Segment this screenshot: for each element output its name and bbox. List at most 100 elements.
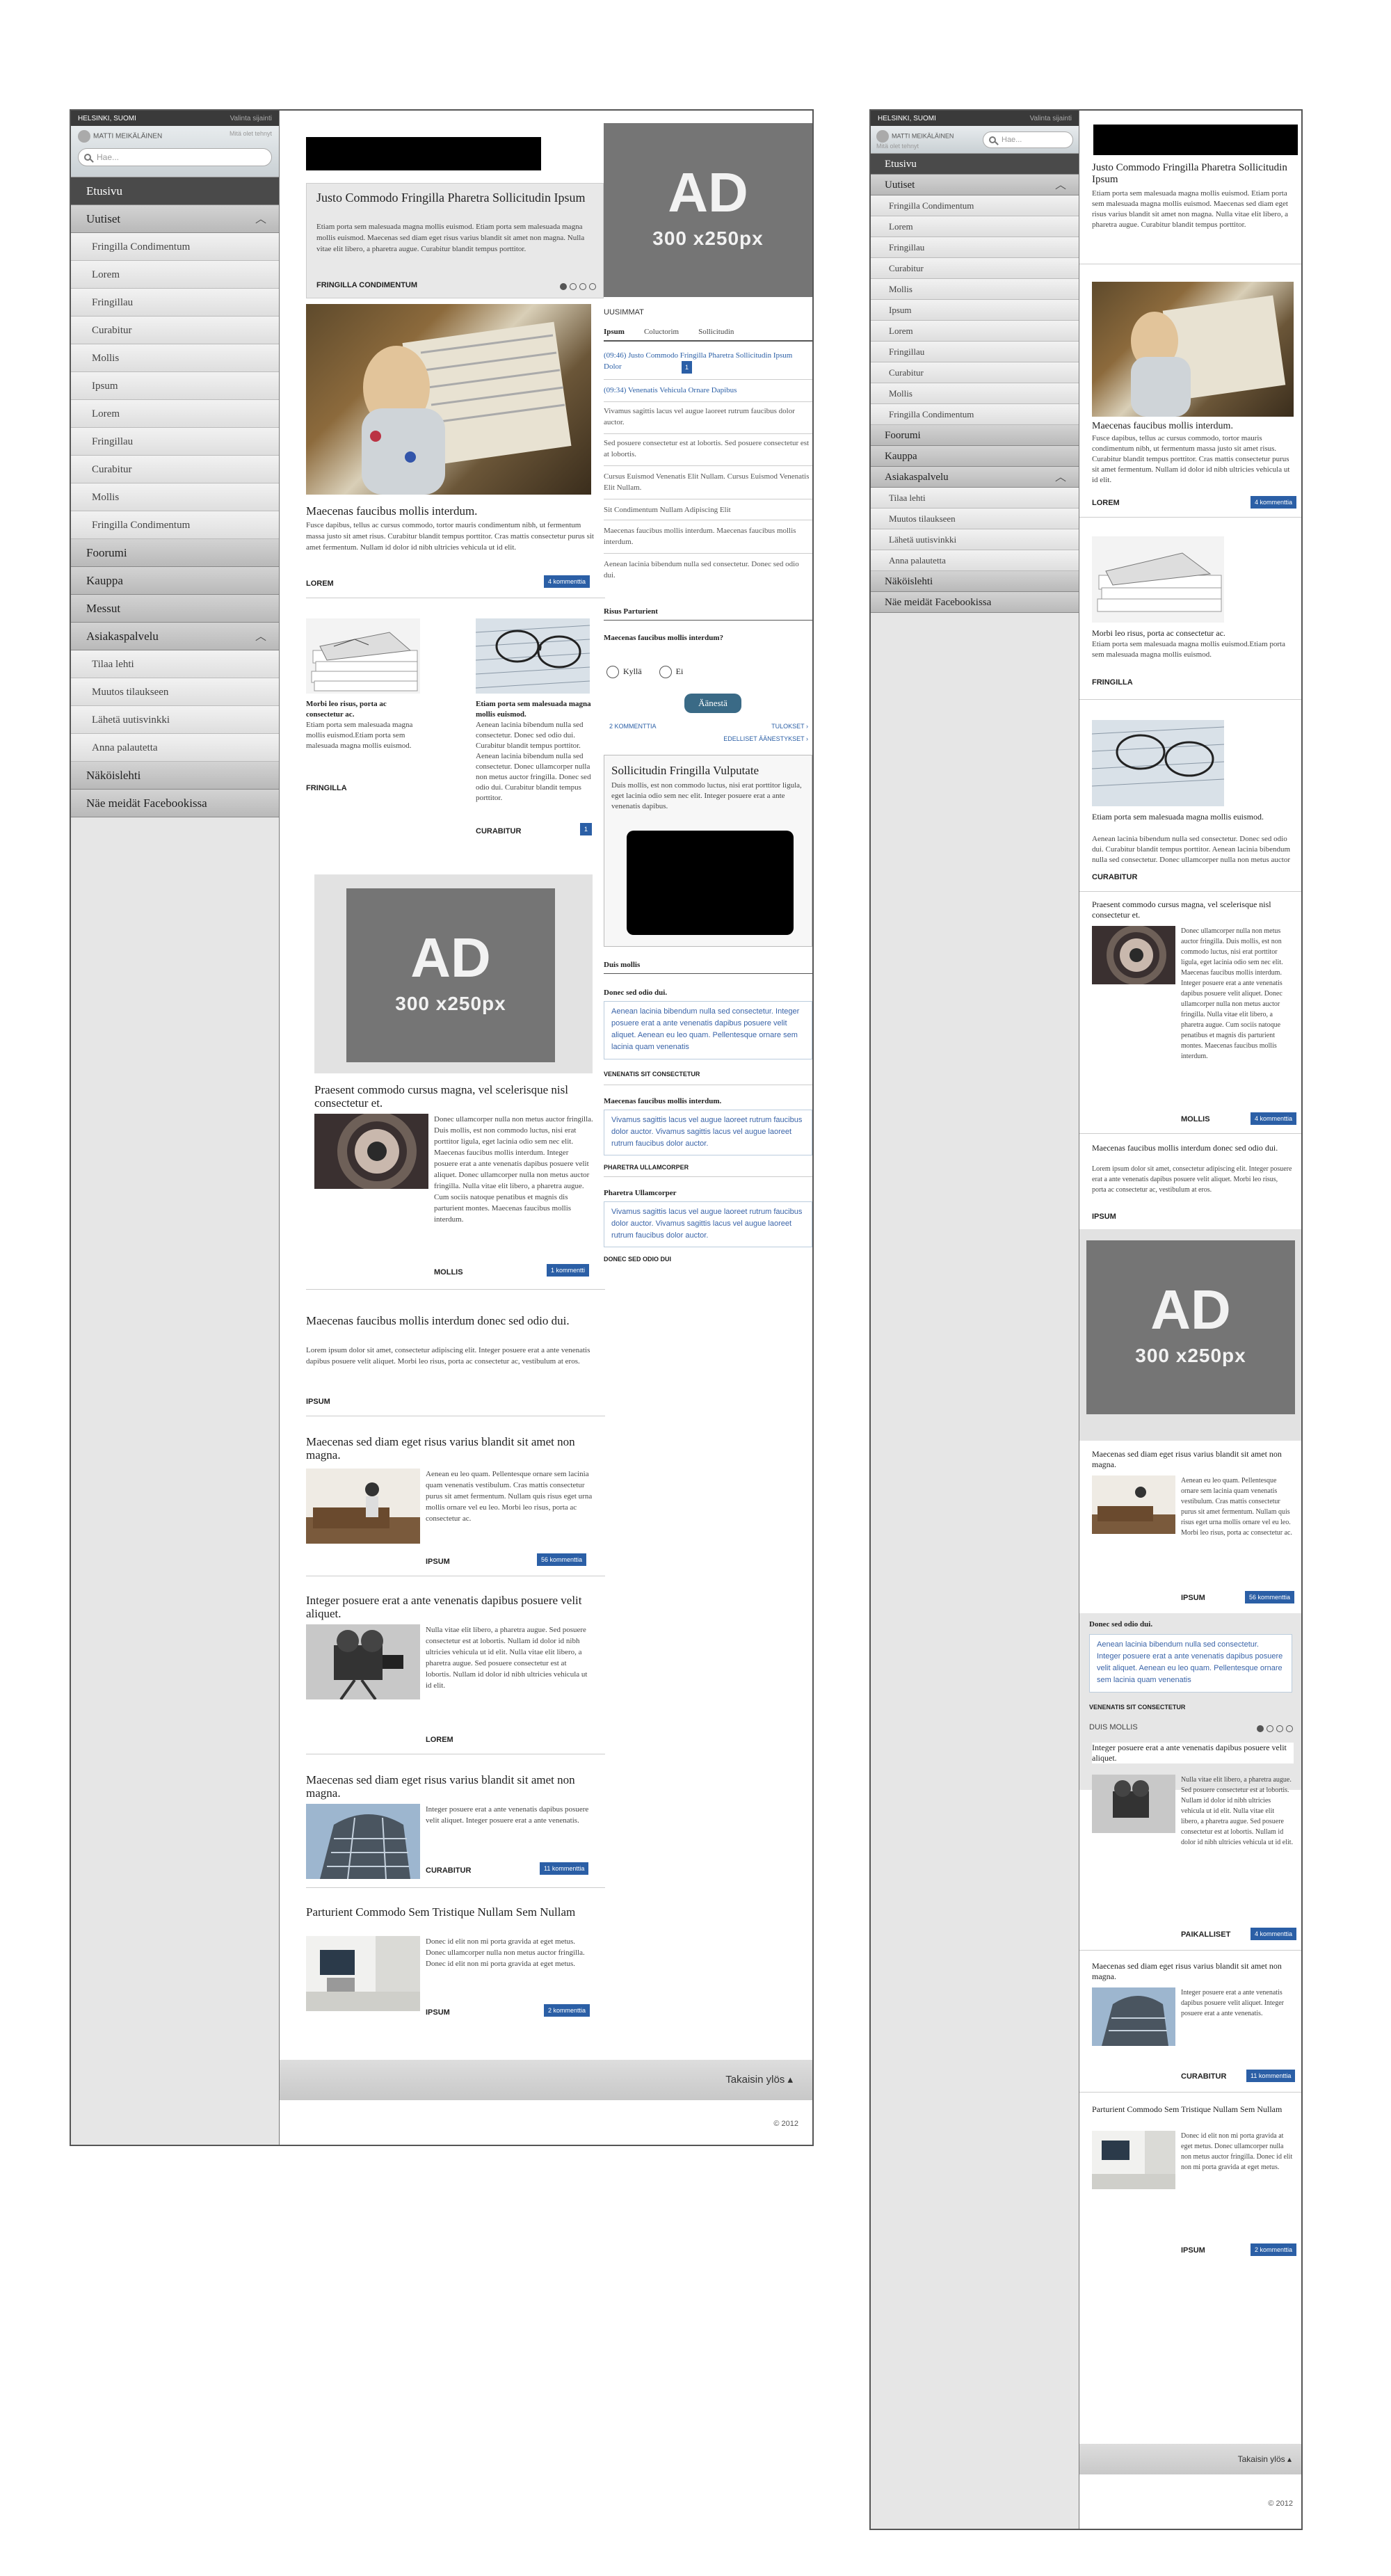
search-input[interactable]: Hae... [78,148,272,166]
poll-option-no-label[interactable]: Ei [676,666,684,676]
article-category[interactable]: LOREM [1092,499,1120,507]
nav-item-facebook[interactable]: Näe meidät Facebookissa [871,592,1079,613]
subnav-item[interactable]: Curabitur [871,362,1079,383]
subnav-item[interactable]: Lorem [71,261,279,289]
article-category[interactable]: LOREM [306,579,334,588]
comment-count-badge[interactable]: 2 kommenttia [544,2004,590,2017]
thread-title[interactable]: Donec sed odio dui. [604,989,667,997]
article-category[interactable]: CURABITUR [1092,873,1137,881]
poll-option-no-radio[interactable] [659,666,672,678]
subnav-item[interactable]: Muutos tilaukseen [871,509,1079,529]
previous-polls-link[interactable]: EDELLISET ÄÄNESTYKSET › [723,735,808,742]
article-title[interactable]: Maecenas faucibus mollis interdum donec … [1092,1143,1294,1153]
subnav-item[interactable]: Fringillau [871,237,1079,258]
subnav-item[interactable]: Tilaa lehti [871,488,1079,509]
carousel-dot[interactable] [570,283,577,290]
subnav-item[interactable]: Lorem [871,321,1079,342]
subnav-item[interactable]: Fringillau [71,428,279,456]
glasses-image[interactable] [1092,720,1224,806]
latest-item[interactable]: Cursus Euismod Venenatis Elit Nullam. Cu… [604,471,812,493]
eye-image[interactable] [1092,926,1175,984]
article-title[interactable]: Etiam porta sem malesuada magna mollis e… [476,699,594,720]
poll-comments-link[interactable]: 2 KOMMENTTIA [609,723,657,730]
tab-ipsum[interactable]: Ipsum [604,328,625,336]
glasses-image[interactable] [476,618,590,694]
poll-option-yes-radio[interactable] [606,666,619,678]
thread-tag[interactable]: VENENATIS SIT CONSECTETUR [604,1071,700,1078]
article-category[interactable]: MOLLIS [434,1268,463,1277]
article-title[interactable]: Praesent commodo cursus magna, vel scele… [1092,899,1294,920]
thread-title[interactable]: Maecenas faucibus mollis interdum. [604,1097,721,1105]
article-category[interactable]: IPSUM [1092,1213,1116,1221]
eye-image[interactable] [314,1114,428,1189]
poll-option-yes-label[interactable]: Kyllä [623,666,642,676]
article-title[interactable]: Etiam porta sem malesuada magna mollis e… [1092,812,1294,822]
nav-item-news[interactable]: Uutiset ︿ [871,175,1079,195]
nav-item-home[interactable]: Etusivu [871,154,1079,175]
featured-title[interactable]: Justo Commodo Fringilla Pharetra Sollici… [1092,162,1294,186]
video-title[interactable]: Sollicitudin Fringilla Vulputate [611,764,806,777]
subnav-item[interactable]: Mollis [871,383,1079,404]
featured-title[interactable]: Justo Commodo Fringilla Pharetra Sollici… [316,191,595,205]
avatar[interactable] [78,130,90,143]
article-image[interactable] [306,304,591,495]
nav-item-forum[interactable]: Foorumi [871,425,1079,446]
subnav-item[interactable]: Fringillau [871,342,1079,362]
comment-count-badge[interactable]: 4 kommenttia [544,575,590,588]
subnav-item[interactable]: Fringilla Condimentum [871,404,1079,425]
ad-banner[interactable]: AD 300 x250px [346,888,555,1062]
article-category[interactable]: FRINGILLA [1092,678,1133,687]
ad-banner[interactable]: AD 300 x250px [604,123,812,297]
thread-quote[interactable]: Aenean lacinia bibendum nulla sed consec… [604,1001,812,1059]
user-name[interactable]: MATTI MEIKÄLÄINEN [93,133,162,141]
user-name[interactable]: MATTI MEIKÄLÄINEN [892,132,954,139]
subnav-item[interactable]: Anna palautetta [871,550,1079,571]
article-category[interactable]: CURABITUR [426,1866,471,1875]
subnav-item[interactable]: Mollis [71,483,279,511]
subnav-item[interactable]: Lorem [871,216,1079,237]
chevron-up-icon[interactable]: ︿ [1055,467,1066,488]
article-title[interactable]: Morbi leo risus, porta ac consectetur ac… [1092,628,1294,639]
camera-image[interactable] [1092,1775,1175,1833]
nav-item-news[interactable]: Uutiset ︿ [71,205,279,233]
comment-count-badge[interactable]: 1 [580,823,593,835]
nav-item-paper[interactable]: Näköislehti [71,762,279,790]
comment-count-badge[interactable]: 4 kommenttia [1251,1112,1297,1125]
subnav-item[interactable]: Mollis [71,344,279,372]
thread-title[interactable]: Donec sed odio dui. [1089,1620,1152,1629]
latest-item[interactable]: (09:34) Venenatis Vehicula Ornare Dapibu… [604,385,812,396]
latest-item[interactable]: Sit Condimentum Nullam Adipiscing Elit [604,504,812,515]
subnav-item[interactable]: Fringilla Condimentum [71,511,279,539]
article-category[interactable]: IPSUM [306,1398,330,1406]
nav-item-fairs[interactable]: Messut [71,595,279,623]
latest-item[interactable]: Aenean lacinia bibendum nulla sed consec… [604,559,812,581]
comment-count-badge[interactable]: 11 kommenttia [540,1862,589,1875]
interior-image[interactable] [306,1936,420,2011]
subnav-item[interactable]: Curabitur [871,258,1079,279]
subnav-item[interactable]: Ipsum [71,372,279,400]
subnav-item[interactable]: Tilaa lehti [71,650,279,678]
latest-item[interactable]: Vivamus sagittis lacus vel augue laoreet… [604,406,812,428]
comment-count-badge[interactable]: 1 [682,361,693,374]
carousel-dot[interactable] [1276,1725,1283,1732]
latest-item[interactable]: (09:46) Justo Commodo Fringilla Pharetra… [604,350,798,372]
carousel-dot[interactable] [1286,1725,1293,1732]
comment-count-badge[interactable]: 11 kommenttia [1246,2070,1296,2082]
subnav-item[interactable]: Curabitur [71,456,279,483]
comment-count-badge[interactable]: 4 kommenttia [1251,1928,1297,1940]
tab-coluctorim[interactable]: Coluctorim [644,328,679,336]
video-player[interactable] [627,831,794,935]
thread-quote[interactable]: Vivamus sagittis lacus vel augue laoreet… [604,1110,812,1155]
comment-count-badge[interactable]: 2 kommenttia [1251,2243,1297,2256]
article-title[interactable]: Maecenas sed diam eget risus varius blan… [1092,1961,1294,1982]
article-category[interactable]: MOLLIS [1181,1115,1210,1123]
article-title[interactable]: Parturient Commodo Sem Tristique Nullam … [1092,2104,1294,2115]
article-category[interactable]: CURABITUR [1181,2072,1226,2081]
nav-item-facebook[interactable]: Näe meidät Facebookissa [71,790,279,817]
article-title[interactable]: Maecenas sed diam eget risus varius blan… [1092,1449,1294,1470]
ad-banner[interactable]: AD 300 x250px [1086,1240,1295,1414]
comment-count-badge[interactable]: 4 kommenttia [1251,496,1297,509]
subnav-item[interactable]: Muutos tilaukseen [71,678,279,706]
sofa-image[interactable] [306,1469,420,1544]
interior-image[interactable] [1092,2131,1175,2189]
